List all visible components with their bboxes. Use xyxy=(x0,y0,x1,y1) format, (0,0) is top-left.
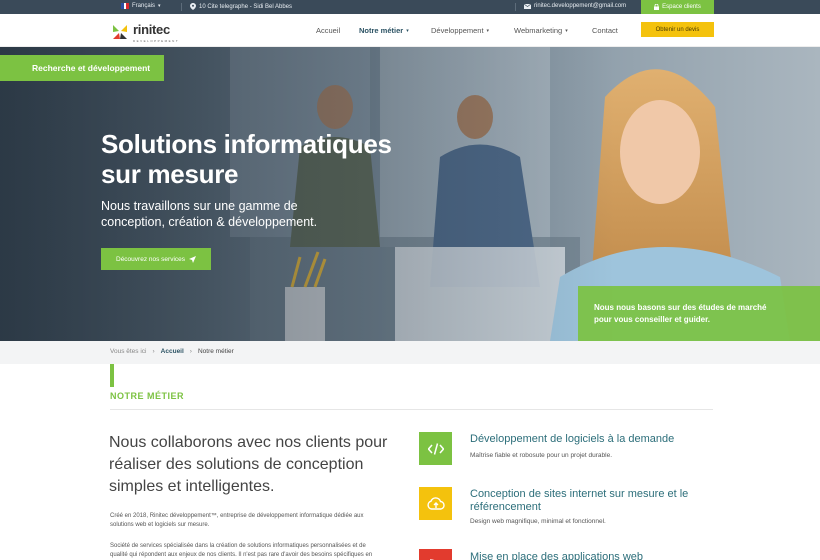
nav-label: Développement xyxy=(431,26,484,35)
paper-plane-icon xyxy=(189,255,196,263)
chevron-right-icon: › xyxy=(152,348,155,355)
chevron-down-icon: ▾ xyxy=(406,27,409,34)
nav-contact[interactable]: Contact xyxy=(592,26,618,35)
service-description: Design web magnifique, minimal et foncti… xyxy=(470,518,606,525)
nav-label: Webmarketing xyxy=(514,26,563,35)
language-label: Français xyxy=(132,3,156,9)
email-link[interactable]: rinitec.developpement@gmail.com xyxy=(524,3,626,9)
nav-developpement[interactable]: Développement ▾ xyxy=(431,26,489,35)
discover-services-label: Découvrez nos services xyxy=(116,255,185,263)
hero-info-line: pour vous conseiller et guider. xyxy=(594,315,711,324)
rss-icon xyxy=(419,549,452,560)
client-area-label: Espace clients xyxy=(662,4,701,10)
hero-info-line: Nous nous basons sur des études de march… xyxy=(594,303,767,312)
code-icon xyxy=(419,432,452,465)
breadcrumb-home-link[interactable]: Accueil xyxy=(161,348,184,355)
email-text: rinitec.developpement@gmail.com xyxy=(534,3,627,9)
chevron-down-icon: ▾ xyxy=(486,27,490,34)
divider xyxy=(110,409,713,410)
get-quote-button[interactable]: Obtenir un devis xyxy=(641,22,714,37)
hero-banner: Recherche et développement Solutions inf… xyxy=(0,47,820,341)
divider xyxy=(181,3,182,11)
breadcrumb-current: Notre métier xyxy=(197,348,234,355)
intro-paragraph: Créé en 2018, Rinitec développement™, en… xyxy=(110,512,405,530)
main-header: rinitec DEVELOPPEMENT Accueil Notre méti… xyxy=(0,14,820,47)
paragraph-line: Société de services spécialisée dans la … xyxy=(110,543,366,549)
hero-title: Solutions informatiques sur mesure xyxy=(101,129,441,189)
client-area-button[interactable]: Espace clients xyxy=(641,0,714,14)
service-title[interactable]: Conception de sites internet sur mesure … xyxy=(470,488,720,514)
nav-accueil[interactable]: Accueil xyxy=(316,26,340,35)
language-selector[interactable]: Français ▾ xyxy=(121,3,161,9)
france-flag-icon xyxy=(121,3,130,9)
logo[interactable]: rinitec DEVELOPPEMENT xyxy=(112,21,179,43)
lock-icon xyxy=(654,4,660,10)
hero-subtitle-line: Nous travaillons sur une gamme de xyxy=(101,199,298,213)
nav-label: Accueil xyxy=(316,26,341,35)
paragraph-line: solutions web et logiciels sur mesure. xyxy=(110,522,210,528)
hero-info-box: Nous nous basons sur des études de march… xyxy=(578,286,820,341)
service-title[interactable]: Mise en place des applications web xyxy=(470,551,720,560)
nav-webmarketing[interactable]: Webmarketing ▾ xyxy=(514,26,568,35)
hero-subtitle: Nous travaillons sur une gamme de concep… xyxy=(101,198,361,230)
discover-services-button[interactable]: Découvrez nos services xyxy=(101,248,211,270)
cloud-upload-icon xyxy=(419,487,452,520)
brand-wordmark: rinitec DEVELOPPEMENT xyxy=(133,21,179,43)
section-title: NOTRE MÉTIER xyxy=(110,391,185,401)
chevron-down-icon: ▾ xyxy=(158,3,161,9)
brand-subtitle: DEVELOPPEMENT xyxy=(133,39,180,43)
section-accent-bar xyxy=(110,364,114,387)
address: 10 Cite telegraphe - Sidi Bel Abbes xyxy=(190,3,292,10)
map-pin-icon xyxy=(190,3,196,10)
nav-label: Contact xyxy=(592,26,618,35)
section-lead: Nous collaborons avec nos clients pour r… xyxy=(109,434,388,495)
divider xyxy=(515,3,516,11)
brand-name: rinitec xyxy=(133,22,170,37)
nav-notre-metier[interactable]: Notre métier ▾ xyxy=(359,26,409,35)
breadcrumb: Vous êtes ici › Accueil › Notre métier xyxy=(0,341,820,364)
hero-title-line: Solutions informatiques xyxy=(101,129,392,159)
service-title[interactable]: Développement de logiciels à la demande xyxy=(470,433,720,446)
address-text: 10 Cite telegraphe - Sidi Bel Abbes xyxy=(199,3,293,10)
nav-label: Notre métier xyxy=(359,26,404,35)
logo-mark-icon xyxy=(113,25,127,39)
breadcrumb-prefix: Vous êtes ici xyxy=(110,348,147,355)
top-bar: Français ▾ 10 Cite telegraphe - Sidi Bel… xyxy=(0,0,820,14)
envelope-icon xyxy=(524,3,531,9)
paragraph-line: Créé en 2018, Rinitec développement™, en… xyxy=(110,513,364,519)
paragraph-line: qualité qui répondent aux enjeux de nos … xyxy=(110,552,373,558)
description-paragraph: Société de services spécialisée dans la … xyxy=(110,542,405,560)
hero-subtitle-line: conception, création & développement. xyxy=(101,215,318,229)
chevron-right-icon: › xyxy=(189,348,192,355)
hero-ribbon: Recherche et développement xyxy=(0,55,164,81)
hero-title-line: sur mesure xyxy=(101,159,239,189)
service-description: Maîtrise fiable et robosute pour un proj… xyxy=(470,452,613,459)
chevron-down-icon: ▾ xyxy=(565,27,568,34)
